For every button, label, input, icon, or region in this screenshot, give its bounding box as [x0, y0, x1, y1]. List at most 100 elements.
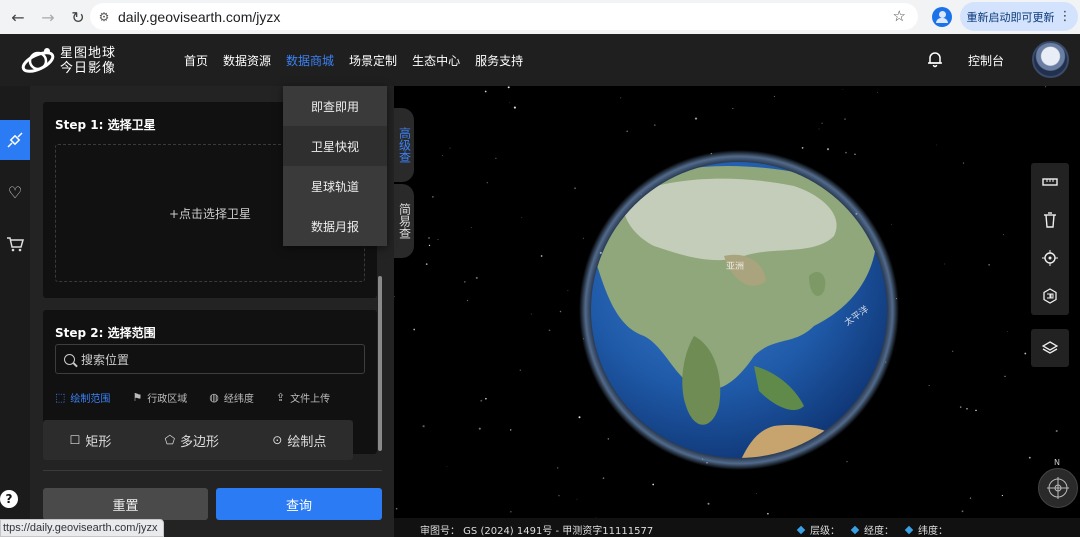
nav-service-support[interactable]: 服务支持: [475, 52, 523, 69]
location-pin-icon: ⊙: [272, 433, 283, 447]
star: [394, 295, 395, 298]
shape-point-button[interactable]: ⊙ 绘制点: [272, 431, 326, 450]
star: [842, 88, 844, 90]
forward-icon[interactable]: →: [36, 5, 60, 29]
nav-scene-custom[interactable]: 场景定制: [349, 52, 397, 69]
star: [558, 495, 560, 497]
locate-icon[interactable]: [1031, 239, 1069, 277]
tab-file-upload-label: 文件上传: [290, 394, 331, 405]
star: [449, 147, 451, 149]
star: [485, 397, 487, 400]
tab-admin-region-label: 行政区域: [147, 394, 188, 405]
main-nav: 首页 数据资源 数据商城 场景定制 生态中心 服务支持: [184, 52, 538, 69]
nav-data-mall[interactable]: 数据商城: [286, 52, 334, 69]
star: [495, 157, 497, 159]
star: [446, 466, 448, 467]
logo[interactable]: 星图地球 今日影像: [20, 42, 130, 80]
reset-button[interactable]: 重置: [43, 488, 208, 520]
upload-icon: ⇪: [275, 391, 286, 404]
shape-rectangle-button[interactable]: ☐ 矩形: [70, 431, 112, 450]
star: [1055, 429, 1058, 433]
compass-north-label: N: [1054, 458, 1060, 467]
view-3d-icon[interactable]: [1031, 277, 1069, 315]
nav-eco-center[interactable]: 生态中心: [412, 52, 460, 69]
menu-item-satellite-quickview[interactable]: 卫星快视: [283, 126, 387, 166]
star: [818, 128, 820, 130]
shape-polygon-button[interactable]: ⬠ 多边形: [165, 431, 219, 450]
star: [876, 91, 878, 93]
reload-icon[interactable]: ↻: [66, 5, 90, 29]
star: [1004, 375, 1006, 377]
logo-line2: 今日影像: [60, 61, 117, 76]
star: [607, 438, 609, 440]
tab-advanced-query[interactable]: 高级查: [394, 108, 414, 182]
update-button-label: 重新启动即可更新: [966, 10, 1055, 24]
back-icon[interactable]: ←: [6, 5, 30, 29]
query-button[interactable]: 查询: [216, 488, 382, 520]
star: [966, 407, 968, 410]
address-url[interactable]: daily.geovisearth.com/jyzx: [118, 9, 280, 25]
star: [480, 399, 483, 402]
update-button[interactable]: 重新启动即可更新 ⋮: [960, 2, 1078, 31]
tab-file-upload[interactable]: ⇪ 文件上传: [276, 390, 330, 405]
nav-data-resources[interactable]: 数据资源: [223, 52, 271, 69]
search-icon: [64, 353, 75, 365]
range-tabs: ⬚ 绘制范围 ⚑ 行政区域 ◍ 经纬度 ⇪ 文件上传: [55, 390, 352, 405]
cart-icon[interactable]: [0, 224, 30, 264]
shape-rectangle-label: 矩形: [85, 434, 112, 450]
star: [1001, 494, 1004, 497]
bookmark-star-icon[interactable]: ☆: [893, 7, 906, 25]
star: [463, 280, 466, 283]
star: [507, 86, 510, 89]
star: [425, 263, 428, 265]
help-icon[interactable]: ?: [0, 490, 18, 508]
tab-simple-query[interactable]: 简易查: [394, 184, 414, 258]
data-mall-dropdown: 即查即用 卫星快视 星球轨道 数据月报: [283, 86, 387, 246]
heart-icon[interactable]: ♡: [0, 172, 30, 212]
star: [1002, 234, 1004, 236]
map-approval-number: 审图号： GS (2024) 1491号 - 甲测资字11111577: [420, 526, 654, 537]
latitude-label: 纬度：: [906, 522, 948, 537]
profile-icon[interactable]: [932, 7, 952, 27]
avatar[interactable]: [1032, 41, 1069, 78]
location-search-input[interactable]: 搜索位置: [55, 344, 365, 374]
menu-item-instant[interactable]: 即查即用: [283, 86, 387, 126]
panel-scrollbar[interactable]: [378, 276, 382, 451]
site-info-icon[interactable]: ⚙: [90, 10, 118, 24]
star: [521, 216, 523, 218]
tab-lat-lon[interactable]: ◍ 经纬度: [209, 390, 254, 405]
bell-icon[interactable]: [926, 50, 944, 68]
star: [845, 151, 847, 154]
star: [428, 237, 430, 239]
menu-item-monthly-report[interactable]: 数据月报: [283, 206, 387, 246]
ruler-icon[interactable]: [1031, 163, 1069, 201]
star: [484, 90, 487, 93]
star: [652, 483, 655, 486]
tab-admin-region[interactable]: ⚑ 行政区域: [132, 390, 187, 405]
address-bar[interactable]: ⚙ daily.geovisearth.com/jyzx ☆: [90, 3, 918, 30]
left-rail: ♡: [0, 86, 30, 537]
compass-icon[interactable]: [1038, 468, 1078, 508]
nav-home[interactable]: 首页: [184, 52, 208, 69]
console-link[interactable]: 控制台: [968, 52, 1004, 69]
star: [470, 227, 472, 229]
star: [548, 329, 551, 332]
trash-icon[interactable]: [1031, 201, 1069, 239]
link-status-url: ttps://daily.geovisearth.com/jyzx: [0, 519, 165, 537]
layers-icon[interactable]: [1031, 329, 1069, 367]
shape-options: ☐ 矩形 ⬠ 多边形 ⊙ 绘制点: [43, 420, 353, 460]
menu-item-planet-orbit[interactable]: 星球轨道: [283, 166, 387, 206]
star: [732, 107, 734, 110]
star: [707, 502, 710, 505]
star: [582, 237, 584, 239]
map-status-bar: 审图号： GS (2024) 1491号 - 甲测资字11111577 层级： …: [394, 518, 1080, 537]
more-menu-icon[interactable]: ⋮: [1059, 9, 1072, 24]
star: [530, 313, 532, 315]
star: [988, 264, 990, 266]
globe-viewport[interactable]: 亚洲 太平洋: [394, 86, 1080, 518]
satellite-icon[interactable]: [0, 120, 30, 160]
star: [1007, 331, 1008, 332]
tab-draw-range[interactable]: ⬚ 绘制范围: [55, 390, 110, 405]
star: [844, 118, 846, 120]
globe-canvas[interactable]: 亚洲 太平洋: [394, 86, 1080, 518]
